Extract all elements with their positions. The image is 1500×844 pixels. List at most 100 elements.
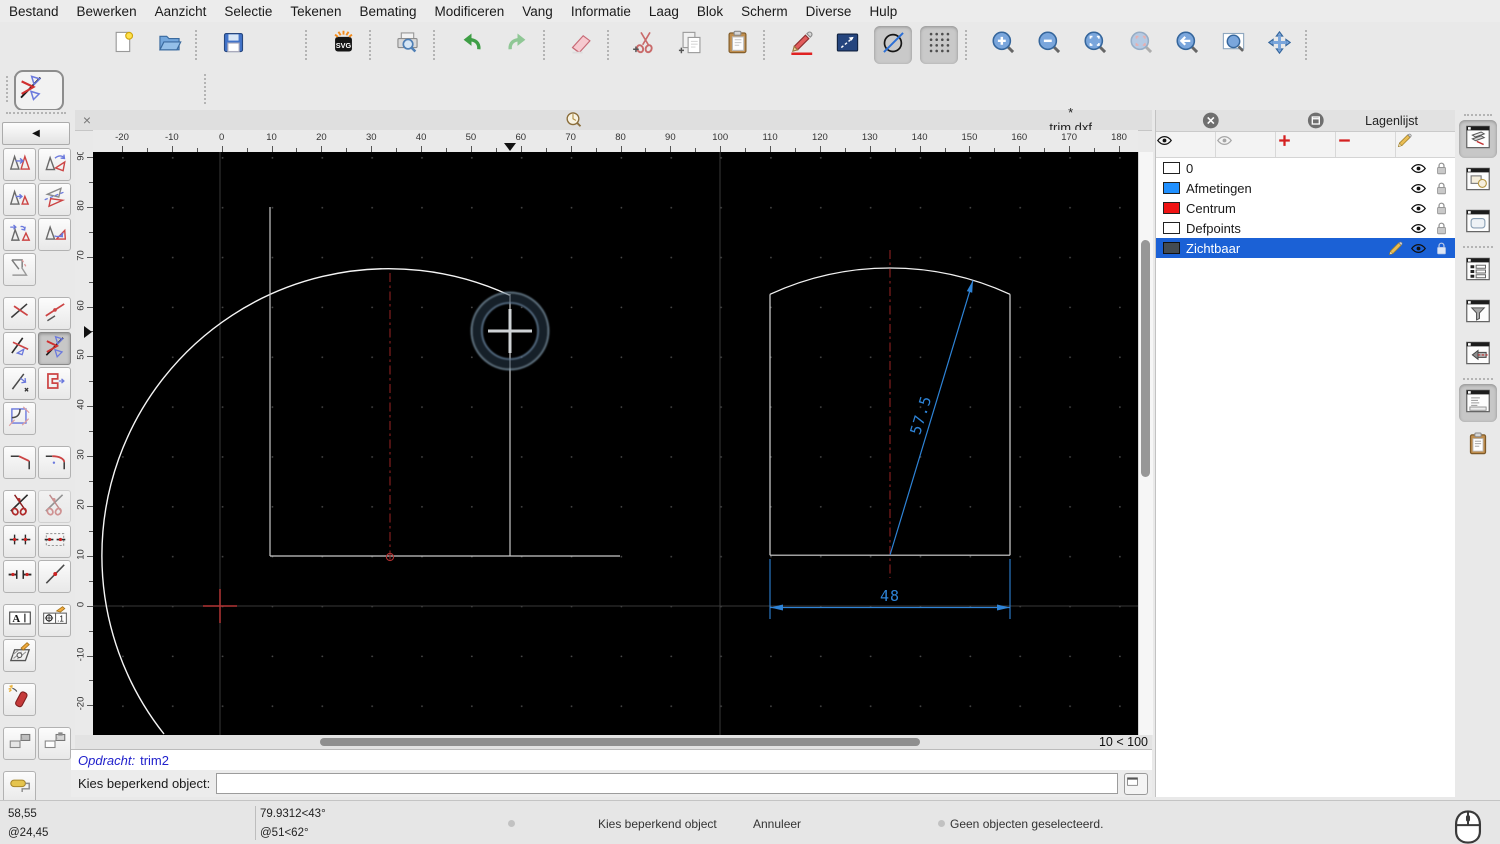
break-out-point-tool-button[interactable] [38, 297, 71, 330]
zoom-in-button[interactable] [984, 26, 1022, 64]
explode-tool-button[interactable] [3, 683, 36, 716]
command-line-panel-button[interactable] [1458, 384, 1497, 422]
layer-row-0[interactable]: 0 [1156, 158, 1456, 178]
show-all-layers-button[interactable] [1156, 132, 1216, 157]
layer-color-swatch[interactable] [1163, 202, 1180, 214]
grid-toggle-button[interactable] [920, 26, 958, 64]
edit-layer-button[interactable] [1396, 132, 1456, 157]
paste-button[interactable] [718, 26, 756, 64]
menu-item-modificeren[interactable]: Modificeren [426, 4, 514, 19]
menu-item-blok[interactable]: Blok [688, 4, 732, 19]
rotate-two-tool-button[interactable] [38, 218, 71, 251]
menu-item-vang[interactable]: Vang [513, 4, 562, 19]
edit-text-tool-button[interactable]: A [3, 604, 36, 637]
zoom-out-button[interactable] [1030, 26, 1068, 64]
export-svg-button[interactable]: SVG [324, 26, 362, 64]
menu-item-laag[interactable]: Laag [640, 4, 688, 19]
layer-visibility-icon[interactable] [1410, 180, 1427, 197]
layer-color-swatch[interactable] [1163, 222, 1180, 234]
scale-tool-button[interactable] [3, 183, 36, 216]
menu-item-diverse[interactable]: Diverse [797, 4, 861, 19]
menu-item-tekenen[interactable]: Tekenen [281, 4, 350, 19]
save-file-as-button[interactable] [260, 26, 298, 64]
layer-row-zichtbaar[interactable]: Zichtbaar [1156, 238, 1456, 258]
divide-tool-button[interactable] [3, 490, 36, 523]
horizontal-scrollbar[interactable]: 10 < 100 [75, 735, 1152, 749]
layer-lock-icon[interactable] [1433, 180, 1450, 197]
remove-layer-button[interactable] [1336, 132, 1396, 157]
move-rotate-tool-button[interactable] [3, 218, 36, 251]
layer-lock-icon[interactable] [1433, 160, 1450, 177]
property-editor-panel-button[interactable] [1459, 426, 1497, 464]
menu-item-scherm[interactable]: Scherm [732, 4, 797, 19]
layer-row-afmetingen[interactable]: Afmetingen [1156, 178, 1456, 198]
layer-color-swatch[interactable] [1163, 182, 1180, 194]
break-out-segment-tool-button[interactable] [3, 525, 36, 558]
zoom-window-button[interactable] [1214, 26, 1252, 64]
undo-button[interactable] [452, 26, 490, 64]
edit-block-tool-button[interactable] [38, 727, 71, 760]
layer-color-swatch[interactable] [1163, 242, 1180, 254]
auto-zoom-icon[interactable] [99, 110, 1049, 130]
vertical-scrollbar[interactable] [1138, 152, 1153, 735]
zoom-previous-button[interactable] [1168, 26, 1206, 64]
split-point-tool-button[interactable] [38, 560, 71, 593]
stretch-tool-button[interactable] [38, 367, 71, 400]
add-layer-button[interactable] [1276, 132, 1336, 157]
menu-item-selectie[interactable]: Selectie [215, 4, 281, 19]
menu-item-bestand[interactable]: Bestand [0, 4, 68, 19]
vertical-scroll-thumb[interactable] [1141, 240, 1150, 477]
layer-color-swatch[interactable] [1163, 162, 1180, 174]
menu-item-aanzicht[interactable]: Aanzicht [146, 4, 216, 19]
erase-button[interactable] [562, 26, 600, 64]
break-gap-tool-button[interactable] [3, 560, 36, 593]
menu-item-informatie[interactable]: Informatie [562, 4, 640, 19]
menu-item-hulp[interactable]: Hulp [860, 4, 906, 19]
selection-filter-panel-button[interactable] [1459, 294, 1497, 332]
mirror-tool-button[interactable] [38, 183, 71, 216]
layer-visibility-icon[interactable] [1410, 220, 1427, 237]
menu-item-bemating[interactable]: Bemating [350, 4, 425, 19]
project-tool-button[interactable] [3, 253, 36, 286]
layer-list-panel-button[interactable] [1458, 120, 1497, 158]
hide-all-layers-button[interactable] [1216, 132, 1276, 157]
named-views-panel-button[interactable] [1459, 336, 1497, 374]
open-file-button[interactable] [150, 26, 188, 64]
layer-visibility-icon[interactable] [1410, 200, 1427, 217]
close-panel-icon[interactable] [1161, 110, 1261, 131]
edit-dimension-tool-button[interactable]: .1 [38, 604, 71, 637]
zoom-auto-button[interactable] [1076, 26, 1114, 64]
trim-both-tool-button[interactable] [38, 332, 71, 365]
command-input[interactable] [216, 773, 1118, 794]
bevel-tool-button[interactable] [3, 446, 36, 479]
close-document-icon[interactable]: × [79, 112, 95, 128]
layer-visibility-icon[interactable] [1410, 160, 1427, 177]
horizontal-scroll-thumb[interactable] [320, 738, 920, 746]
create-block-tool-button[interactable] [3, 727, 36, 760]
auto-trim-tool-button[interactable] [3, 297, 36, 330]
menu-item-bewerken[interactable]: Bewerken [68, 4, 146, 19]
break-out-manual-tool-button[interactable] [38, 525, 71, 558]
layer-edit-icon[interactable] [1387, 240, 1404, 257]
layer-lock-icon[interactable] [1433, 240, 1450, 257]
library-browser-panel-button[interactable] [1459, 204, 1497, 242]
layer-lock-icon[interactable] [1433, 200, 1450, 217]
layer-visibility-icon[interactable] [1410, 240, 1427, 257]
block-list-panel-button[interactable] [1459, 162, 1497, 200]
entity-style-button[interactable] [874, 26, 912, 64]
print-preview-button[interactable] [388, 26, 426, 64]
palette-back-button[interactable]: ◀ [2, 122, 70, 145]
edit-hatch-tool-button[interactable] [3, 639, 36, 672]
redo-button[interactable] [498, 26, 536, 64]
lengthen-tool-button[interactable] [3, 367, 36, 400]
edit-pencil-button[interactable] [782, 26, 820, 64]
new-file-button[interactable] [104, 26, 142, 64]
command-window-button[interactable] [1124, 772, 1148, 795]
layer-row-defpoints[interactable]: Defpoints [1156, 218, 1456, 238]
float-panel-icon[interactable] [1266, 110, 1366, 131]
cut-button[interactable] [626, 26, 664, 64]
move-copy-tool-button[interactable] [3, 148, 36, 181]
save-file-button[interactable] [214, 26, 252, 64]
round-tool-button[interactable] [38, 446, 71, 479]
clip-rectangle-tool-button[interactable] [3, 402, 36, 435]
